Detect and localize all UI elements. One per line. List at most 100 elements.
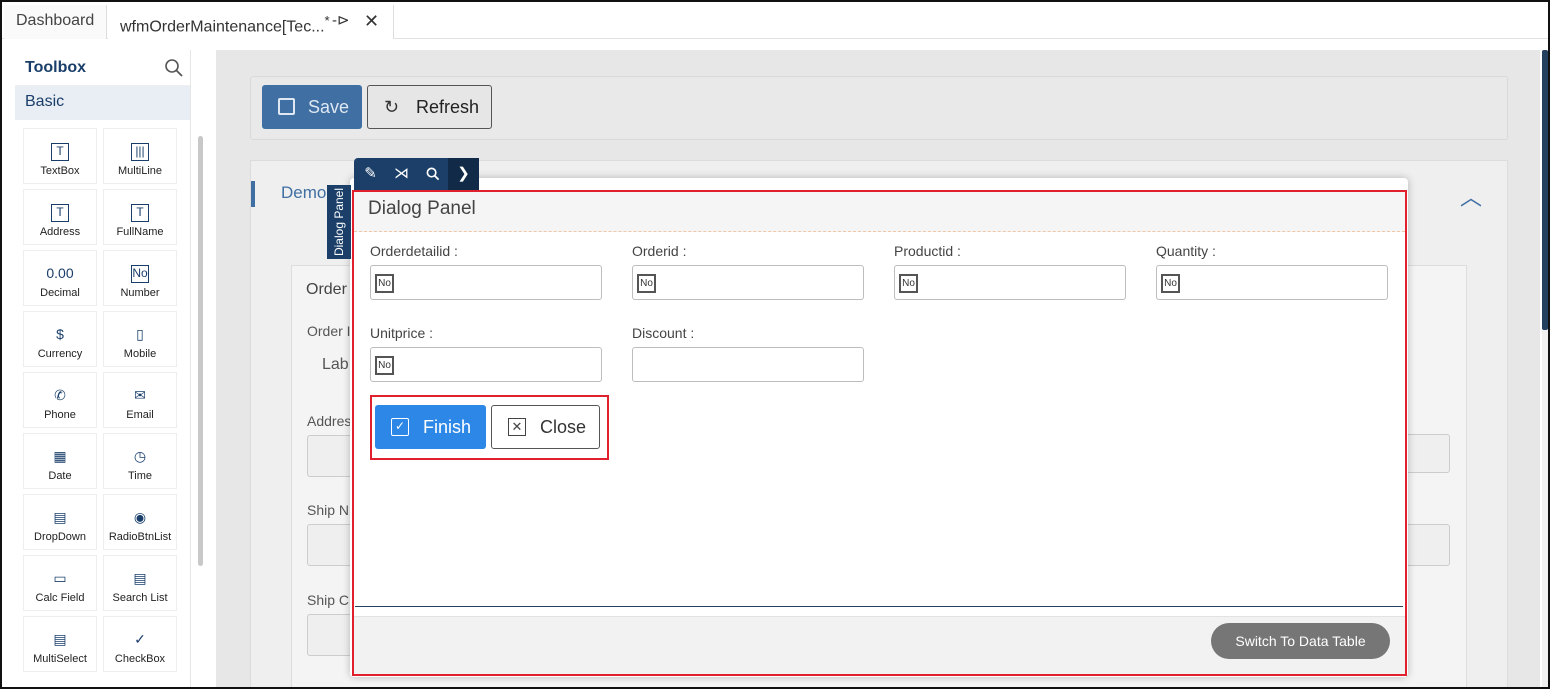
toolbox-item-checkbox[interactable]: ✓ CheckBox <box>103 616 177 672</box>
orderid-field[interactable]: No <box>632 265 864 300</box>
toolbox-item-number[interactable]: No Number <box>103 250 177 306</box>
mobile-icon: ▯ <box>104 320 176 348</box>
chevron-up-icon[interactable]: ︿ <box>1460 180 1482 212</box>
toolbox-item-search-list[interactable]: ▤ Search List <box>103 555 177 611</box>
toolbox-item-label: Date <box>48 470 72 482</box>
toolbox-item-multiline[interactable]: ||| MultiLine <box>103 128 177 184</box>
tab-dashboard[interactable]: Dashboard <box>4 5 108 39</box>
currency-icon-glyph: $ <box>56 326 64 342</box>
toolbox-item-label: Address <box>39 226 81 238</box>
bg-label-address: Addres <box>307 413 352 429</box>
tab-order-maintenance[interactable]: wfmOrderMaintenance[Tec...* -⊳ ✕ <box>108 5 394 39</box>
productid-label: Productid : <box>894 243 961 259</box>
bg-input <box>1404 524 1450 566</box>
toolbox-panel: Toolbox Basic T TextBox ||| MultiLine T Addre… <box>15 50 203 687</box>
calc-field-icon-glyph: ▭ <box>53 570 67 586</box>
edit-pencil-icon[interactable]: ✎ <box>355 158 386 190</box>
toolbox-item-label: Mobile <box>123 348 157 360</box>
fullname-icon-glyph: T <box>131 204 149 223</box>
switch-to-data-table-button[interactable]: Switch To Data Table <box>1211 623 1390 659</box>
toolbox-item-label: Email <box>126 409 154 421</box>
toolbox-item-radiobtnlist[interactable]: ◉ RadioBtnList <box>103 494 177 550</box>
app-window: Dashboard wfmOrderMaintenance[Tec...* -⊳… <box>0 0 1550 689</box>
toolbox-item-label: Search List <box>112 592 168 604</box>
calendar-icon-glyph: ▦ <box>53 448 67 464</box>
refresh-button[interactable]: ↻ Refresh <box>367 85 492 129</box>
save-label: Save <box>308 97 350 117</box>
toolbox-item-fullname[interactable]: T FullName <box>103 189 177 245</box>
save-button[interactable]: Save <box>262 85 362 129</box>
discount-field[interactable] <box>632 347 864 382</box>
number-icon: No <box>637 274 656 293</box>
toolbox-item-calc-field[interactable]: ▭ Calc Field <box>23 555 97 611</box>
search-icon[interactable] <box>164 58 184 78</box>
decimal-icon: 0.00 <box>24 259 96 287</box>
bg-input <box>1404 434 1450 473</box>
toolbox-item-address[interactable]: T Address <box>23 189 97 245</box>
scrollbar-thumb[interactable] <box>1542 50 1548 330</box>
unitprice-field[interactable]: No <box>370 347 602 382</box>
toolbox-item-mobile[interactable]: ▯ Mobile <box>103 311 177 367</box>
toolbox-item-textbox[interactable]: T TextBox <box>23 128 97 184</box>
number-icon-glyph: No <box>131 265 149 284</box>
finish-button[interactable]: ✓ Finish <box>375 405 486 449</box>
toolbox-item-time[interactable]: ◷ Time <box>103 433 177 489</box>
dialog-header <box>354 192 1405 232</box>
email-icon: ✉ <box>104 381 176 409</box>
orderdetailid-field[interactable]: No <box>370 265 602 300</box>
toolbox-item-multiselect[interactable]: ▤ MultiSelect <box>23 616 97 672</box>
dropdown-icon-glyph: ▤ <box>53 509 67 525</box>
search-icon[interactable] <box>417 158 448 190</box>
close-icon: ✕ <box>508 418 526 436</box>
bg-label-ship-c: Ship C <box>307 592 350 608</box>
address-icon: T <box>24 198 96 226</box>
toolbox-item-label: DropDown <box>34 531 86 543</box>
close-button[interactable]: ✕ Close <box>491 405 600 449</box>
toolbox-scrollbar[interactable] <box>198 136 203 566</box>
toolbox-item-label: MultiSelect <box>33 653 87 665</box>
dropdown-icon: ▤ <box>24 503 96 531</box>
orderdetailid-label: Orderdetailid : <box>370 243 458 259</box>
toolbox-item-label: Number <box>120 287 160 299</box>
text-box-icon: T <box>24 137 96 165</box>
tab-label: wfmOrderMaintenance[Tec... <box>120 18 325 36</box>
toolbox-item-label: Time <box>127 470 153 482</box>
quantity-field[interactable]: No <box>1156 265 1388 300</box>
calendar-icon: ▦ <box>24 442 96 470</box>
split-icon[interactable]: ⋊ <box>386 158 417 190</box>
toolbox-item-phone[interactable]: ✆ Phone <box>23 372 97 428</box>
fullname-icon: T <box>104 198 176 226</box>
clock-icon-glyph: ◷ <box>133 448 147 464</box>
number-icon: No <box>104 259 176 287</box>
currency-icon: $ <box>24 320 96 348</box>
mobile-icon-glyph: ▯ <box>136 326 144 342</box>
toolbox-category[interactable]: Basic <box>15 86 190 120</box>
multiline-icon: ||| <box>104 137 176 165</box>
toolbox-item-label: FullName <box>116 226 164 238</box>
toolbox-item-email[interactable]: ✉ Email <box>103 372 177 428</box>
dialog-edit-toolbar: ✎ ⋊ ❯ <box>354 158 479 190</box>
number-icon: No <box>899 274 918 293</box>
check-icon: ✓ <box>391 418 409 436</box>
chevron-right-icon[interactable]: ❯ <box>448 158 479 190</box>
toolbox-item-dropdown[interactable]: ▤ DropDown <box>23 494 97 550</box>
toolbox-item-label: Currency <box>37 348 83 360</box>
bg-label-ship-name: Ship N <box>307 502 350 518</box>
close-tab-icon[interactable]: ✕ <box>364 5 379 37</box>
refresh-label: Refresh <box>416 97 480 117</box>
close-label: Close <box>540 417 587 437</box>
toolbox-item-date[interactable]: ▦ Date <box>23 433 97 489</box>
multiline-icon-glyph: ||| <box>131 143 149 162</box>
finish-label: Finish <box>423 417 472 437</box>
dialog-tag-label: Dialog Panel <box>332 187 346 257</box>
inner-tab-order[interactable]: Order <box>306 281 347 299</box>
refresh-icon: ↻ <box>384 97 400 117</box>
number-icon: No <box>375 356 394 375</box>
phone-icon: ✆ <box>24 381 96 409</box>
toolbox-item-currency[interactable]: $ Currency <box>23 311 97 367</box>
productid-field[interactable]: No <box>894 265 1126 300</box>
toolbox-item-label: TextBox <box>40 165 80 177</box>
toolbox-item-decimal[interactable]: 0.00 Decimal <box>23 250 97 306</box>
pin-icon[interactable]: -⊳ <box>332 5 350 37</box>
bg-label-lab: Lab <box>322 356 349 373</box>
